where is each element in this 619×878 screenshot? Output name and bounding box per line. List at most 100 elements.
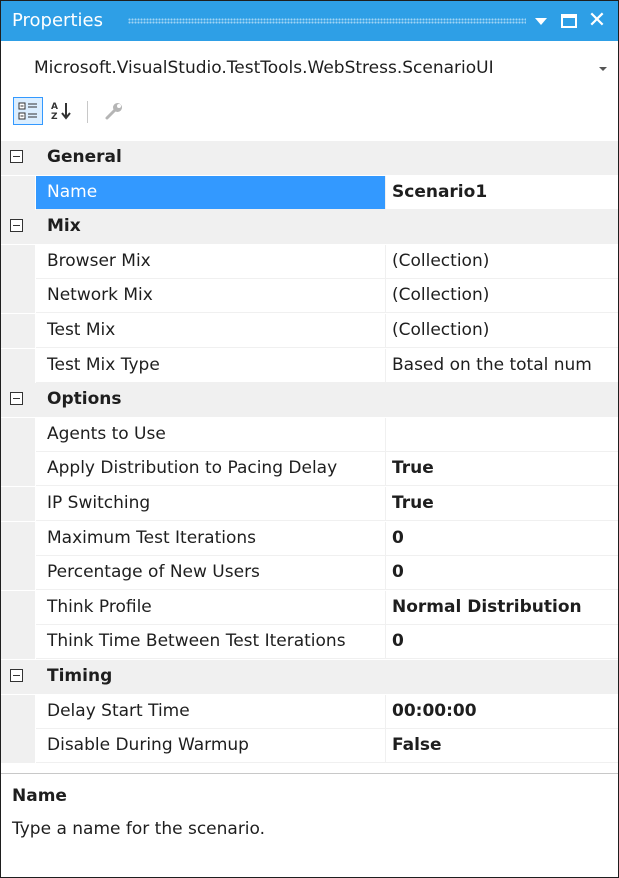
property-name-cell[interactable]: Think Profile (36, 591, 385, 625)
collapse-icon[interactable] (10, 392, 23, 406)
property-name: Test Mix Type (47, 354, 160, 375)
property-name: Percentage of New Users (47, 562, 260, 583)
property-row[interactable]: Think Time Between Test Iterations 0 (1, 625, 618, 660)
property-row[interactable]: Agents to Use (1, 417, 618, 452)
property-value-cell[interactable]: True (386, 452, 618, 487)
row-margin (1, 729, 35, 764)
chevron-down-icon (599, 67, 607, 71)
row-margin (1, 556, 35, 591)
svg-text:Z: Z (51, 112, 58, 122)
property-name-cell[interactable]: Browser Mix (36, 245, 385, 279)
row-margin (1, 487, 35, 521)
property-row[interactable]: Network Mix (Collection) (1, 279, 618, 314)
property-value-cell[interactable]: True (386, 487, 618, 521)
property-value: 00:00:00 (392, 700, 477, 721)
property-value: True (392, 458, 434, 479)
property-row[interactable]: Disable During Warmup False (1, 729, 618, 764)
property-name-cell[interactable]: IP Switching (36, 487, 385, 521)
property-row[interactable]: Delay Start Time 00:00:00 (1, 694, 618, 729)
property-row[interactable]: Test Mix (Collection) (1, 314, 618, 348)
row-margin (1, 694, 35, 729)
property-name-cell[interactable]: Apply Distribution to Pacing Delay (36, 452, 385, 487)
property-row[interactable]: Percentage of New Users 0 (1, 556, 618, 591)
property-value-cell[interactable]: 00:00:00 (386, 695, 618, 729)
property-value-cell[interactable]: (Collection) (386, 245, 618, 279)
property-name-cell[interactable]: Name (36, 175, 385, 210)
row-margin (1, 521, 35, 556)
row-margin (1, 244, 35, 279)
property-value-cell[interactable]: (Collection) (386, 279, 618, 314)
property-name: IP Switching (47, 493, 151, 513)
property-name: Agents to Use (47, 423, 166, 444)
property-name-cell[interactable]: Delay Start Time (36, 695, 385, 729)
title-bar[interactable]: Properties ✕ (1, 1, 618, 41)
category-row[interactable]: Options (1, 383, 618, 418)
close-button[interactable]: ✕ (585, 8, 609, 34)
property-value-cell[interactable]: False (386, 729, 618, 764)
row-margin (1, 314, 35, 348)
property-value: 0 (392, 562, 404, 583)
property-row[interactable]: Maximum Test Iterations 0 (1, 521, 618, 556)
property-name: Test Mix (47, 320, 116, 340)
object-selector-value: Microsoft.VisualStudio.TestTools.WebStre… (34, 58, 494, 78)
property-value: Based on the total num (392, 354, 592, 375)
property-value-cell[interactable]: 0 (386, 556, 618, 591)
object-selector[interactable]: Microsoft.VisualStudio.TestTools.WebStre… (7, 52, 612, 82)
alphabetical-button[interactable]: A Z (47, 97, 77, 125)
property-value: Normal Distribution (392, 596, 582, 617)
window-title: Properties (12, 10, 103, 31)
collapse-icon[interactable] (10, 669, 23, 682)
toolbar-separator (87, 101, 88, 123)
property-name-cell[interactable]: Test Mix (36, 314, 385, 348)
property-value-cell[interactable]: 0 (386, 522, 618, 556)
property-name-cell[interactable]: Think Time Between Test Iterations (36, 625, 385, 660)
property-name-cell[interactable]: Agents to Use (36, 418, 385, 452)
property-value-cell[interactable] (386, 418, 618, 452)
row-margin (1, 625, 35, 660)
category-row[interactable]: Mix (1, 210, 618, 245)
collapse-icon[interactable] (10, 150, 23, 163)
property-value-cell[interactable]: Scenario1 (386, 176, 618, 210)
property-value-cell[interactable]: Based on the total num (386, 349, 618, 383)
row-margin (1, 348, 35, 383)
maximize-button[interactable] (557, 8, 581, 34)
property-value: (Collection) (392, 320, 490, 340)
property-value-cell[interactable]: 0 (386, 625, 618, 660)
property-row[interactable]: IP Switching True (1, 487, 618, 521)
category-row[interactable]: General (1, 141, 618, 175)
category-label: Timing (47, 666, 113, 686)
property-value-cell[interactable]: Normal Distribution (386, 591, 618, 625)
property-row[interactable]: Think Profile Normal Distribution (1, 590, 618, 625)
property-row[interactable]: Test Mix Type Based on the total num (1, 348, 618, 383)
dropdown-arrow-icon (535, 17, 547, 25)
category-label: Options (47, 389, 122, 410)
property-name: Think Time Between Test Iterations (47, 631, 346, 652)
category-row[interactable]: Timing (1, 660, 618, 694)
window-menu-button[interactable] (529, 8, 553, 34)
property-name-cell[interactable]: Network Mix (36, 279, 385, 314)
property-row[interactable]: Apply Distribution to Pacing Delay True (1, 452, 618, 487)
close-icon: ✕ (587, 8, 607, 33)
drag-grip[interactable] (128, 18, 526, 24)
description-title: Name (12, 786, 67, 806)
property-name-cell[interactable]: Disable During Warmup (36, 729, 385, 764)
collapse-icon[interactable] (10, 219, 23, 233)
svg-text:A: A (51, 102, 58, 112)
property-row[interactable]: Browser Mix (Collection) (1, 244, 618, 279)
category-label: Mix (47, 216, 81, 237)
property-value: (Collection) (392, 285, 490, 306)
property-name: Name (47, 181, 98, 202)
property-name-cell[interactable]: Percentage of New Users (36, 556, 385, 591)
row-margin (1, 590, 35, 625)
row-margin (1, 452, 35, 487)
property-pages-button[interactable] (99, 97, 129, 125)
categorized-button[interactable] (13, 97, 43, 125)
description-panel: Name Type a name for the scenario. (1, 773, 618, 877)
property-name: Apply Distribution to Pacing Delay (47, 458, 338, 479)
property-name-cell[interactable]: Maximum Test Iterations (36, 522, 385, 556)
property-name-cell[interactable]: Test Mix Type (36, 349, 385, 383)
property-value: 0 (392, 631, 404, 652)
property-value-cell[interactable]: (Collection) (386, 314, 618, 348)
property-row[interactable]: Name Scenario1 (1, 175, 618, 210)
property-name: Think Profile (47, 596, 152, 617)
